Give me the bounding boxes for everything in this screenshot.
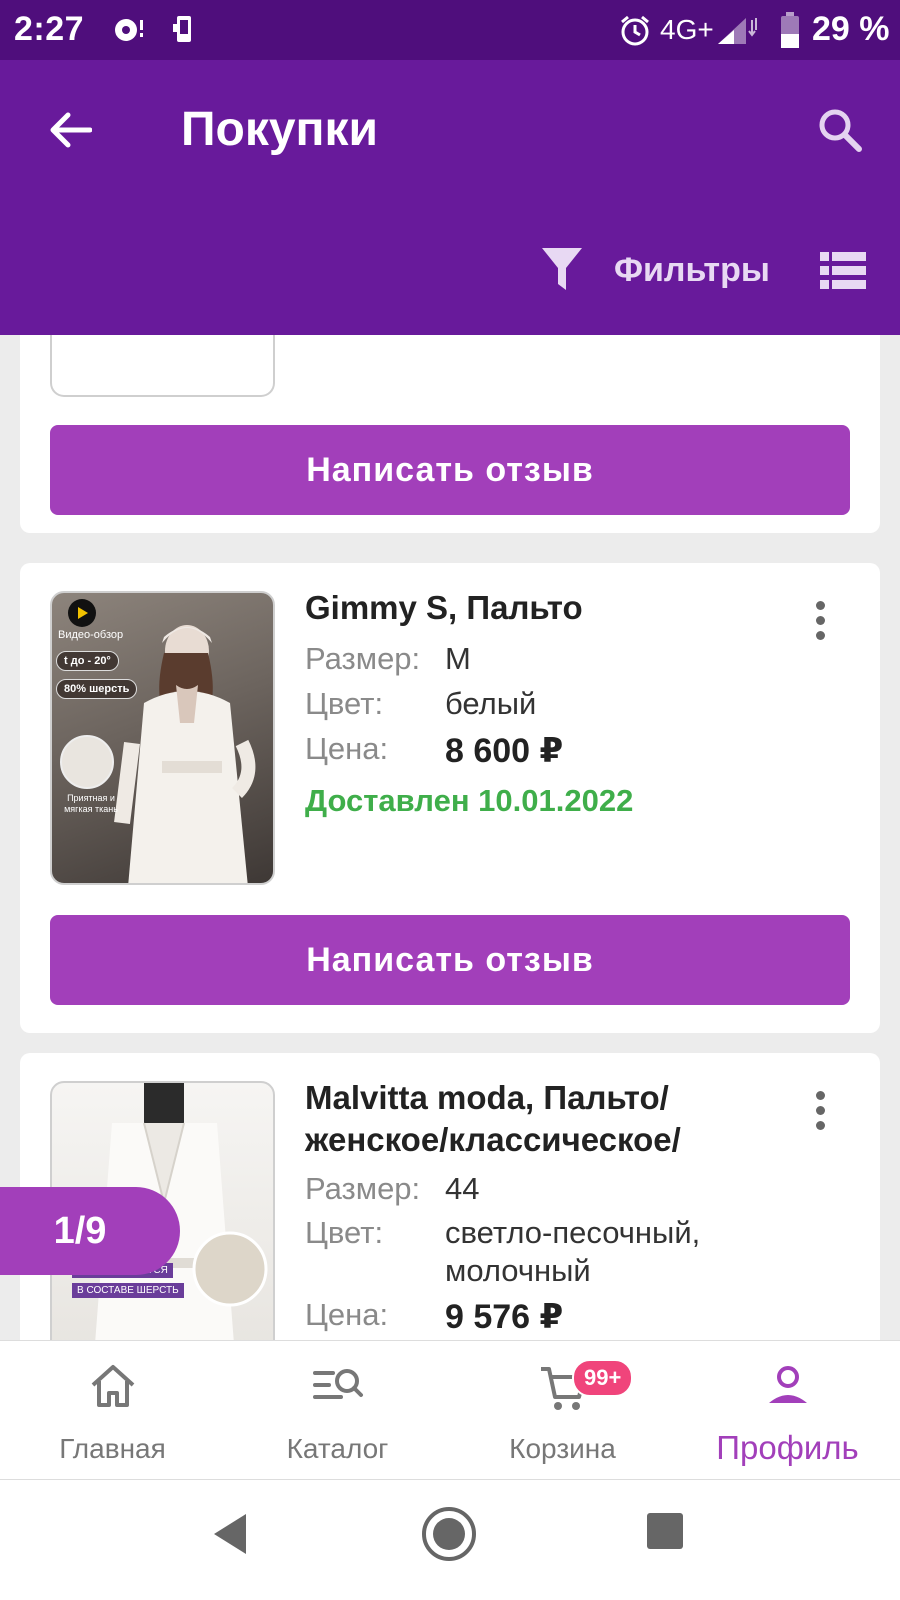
product-image[interactable]: Видео-обзор t до - 20° 80% шерсть Приятн… xyxy=(50,591,275,885)
order-card: Видео-обзор t до - 20° 80% шерсть Приятн… xyxy=(20,563,880,1033)
more-options-button[interactable] xyxy=(800,1085,840,1135)
price-label: Цена: xyxy=(305,731,389,766)
more-dot-icon xyxy=(815,1120,825,1130)
nav-catalog[interactable]: Каталог xyxy=(225,1341,450,1481)
status-bar: 2:27 4G+ 29 % xyxy=(0,0,900,60)
image-tag-2: В СОСТАВЕ ШЕРСТЬ xyxy=(72,1283,184,1298)
product-title-line1: Malvitta moda, Пальто/ xyxy=(305,1079,669,1116)
color-label: Цвет: xyxy=(305,686,384,721)
catalog-search-icon xyxy=(312,1369,363,1399)
list-view-icon[interactable] xyxy=(818,246,868,296)
more-dot-icon xyxy=(815,630,825,640)
signal-icon xyxy=(718,18,757,44)
search-icon xyxy=(819,109,862,152)
color-row: Цвет: белый xyxy=(305,686,536,722)
image-tag-video: Видео-обзор xyxy=(58,629,124,641)
more-dot-icon xyxy=(815,1090,825,1100)
more-dot-icon xyxy=(815,1105,825,1115)
nav-profile[interactable]: Профиль xyxy=(675,1341,900,1481)
product-title-line2: женское/классическое/ xyxy=(305,1121,681,1158)
phone-device-icon xyxy=(173,16,191,42)
app-header: Покупки Фильтры xyxy=(0,60,900,335)
image-tag-temp: t до - 20° xyxy=(56,651,119,671)
product-title[interactable]: Malvitta moda, Пальто/ женское/классичес… xyxy=(305,1077,681,1161)
screen: 2:27 4G+ 29 % Покупки Фильтры Написать о… xyxy=(0,0,900,1600)
size-value: 44 xyxy=(445,1171,480,1206)
image-tag-fabric: Приятная и мягкая ткань xyxy=(64,793,118,814)
price-row: Цена: 9 576 ₽ xyxy=(305,1297,563,1336)
size-label: Размер: xyxy=(305,1171,421,1206)
bottom-nav: Главная Каталог 99+ Корзина Профиль xyxy=(0,1340,900,1480)
settings-sync-icon xyxy=(115,19,143,41)
network-type: 4G+ xyxy=(660,14,714,45)
color-value-line1: светло-песочный, xyxy=(445,1215,701,1250)
price-value: 9 576 ₽ xyxy=(445,1298,564,1336)
filters-button[interactable]: Фильтры xyxy=(540,238,770,302)
home-icon xyxy=(91,1365,134,1407)
order-card: Написать отзыв xyxy=(20,335,880,533)
size-row: Размер: 44 xyxy=(305,1171,479,1207)
price-label: Цена: xyxy=(305,1297,389,1332)
write-review-button[interactable]: Написать отзыв xyxy=(50,915,850,1005)
nav-cart-label: Корзина xyxy=(509,1433,616,1464)
back-button[interactable] xyxy=(40,100,100,160)
nav-profile-label: Профиль xyxy=(716,1429,859,1466)
fabric-closeup xyxy=(60,735,114,789)
alarm-icon xyxy=(621,15,649,46)
size-value: M xyxy=(445,641,471,676)
system-nav-bar xyxy=(0,1480,900,1600)
color-value-line2: молочный xyxy=(445,1253,591,1288)
profile-icon xyxy=(768,1366,807,1403)
status-time: 2:27 xyxy=(14,10,85,48)
cart-badge: 99+ xyxy=(572,1359,634,1397)
product-image[interactable] xyxy=(50,335,275,397)
write-review-button[interactable]: Написать отзыв xyxy=(50,425,850,515)
page-title: Покупки xyxy=(181,103,379,156)
battery-icon xyxy=(781,12,799,48)
filter-icon xyxy=(542,248,582,290)
nav-catalog-label: Каталог xyxy=(286,1433,389,1464)
nav-home-label: Главная xyxy=(59,1433,166,1464)
more-dot-icon xyxy=(815,600,825,610)
nav-cart[interactable]: 99+ Корзина xyxy=(450,1341,675,1481)
size-label: Размер: xyxy=(305,641,421,676)
more-dot-icon xyxy=(815,615,825,625)
page-indicator: 1/9 xyxy=(0,1187,180,1275)
size-row: Размер: M xyxy=(305,641,471,677)
color-value: белый xyxy=(445,686,537,721)
image-tag-wool: 80% шерсть xyxy=(56,679,138,699)
more-options-button[interactable] xyxy=(800,595,840,645)
price-row: Цена: 8 600 ₽ xyxy=(305,731,563,770)
product-title[interactable]: Gimmy S, Пальто xyxy=(305,587,583,629)
price-value: 8 600 ₽ xyxy=(445,732,564,770)
system-home-icon[interactable] xyxy=(420,1505,478,1563)
delivery-status: Доставлен 10.01.2022 xyxy=(305,783,634,818)
color-row: Цвет: светло-песочный, молочный xyxy=(305,1215,700,1295)
search-button[interactable] xyxy=(810,100,870,160)
battery-percent: 29 % xyxy=(812,10,890,48)
video-badge-icon xyxy=(68,599,96,627)
system-back-icon[interactable] xyxy=(210,1510,250,1558)
back-arrow-icon xyxy=(50,112,92,148)
system-recents-icon[interactable] xyxy=(645,1511,685,1551)
color-label: Цвет: xyxy=(305,1215,384,1250)
nav-home[interactable]: Главная xyxy=(0,1341,225,1481)
filters-label: Фильтры xyxy=(614,250,770,289)
